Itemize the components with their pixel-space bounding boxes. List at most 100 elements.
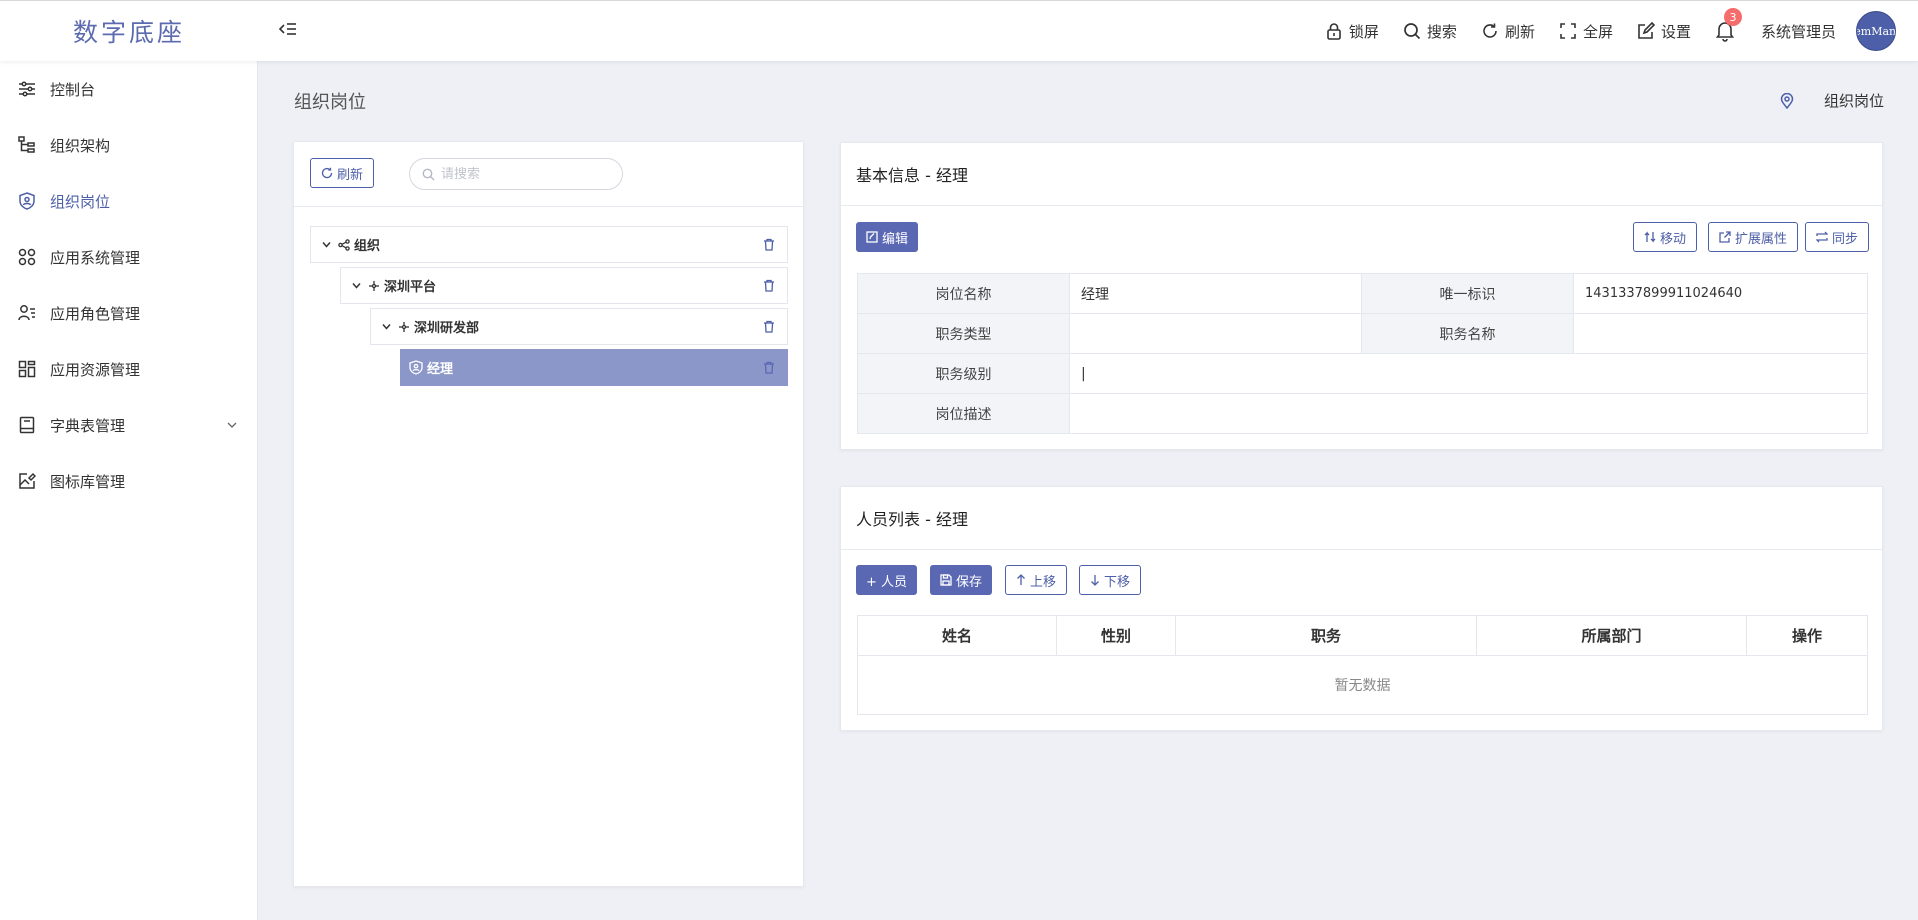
tree-node-shenzhen-platform[interactable]: 深圳平台	[340, 267, 788, 304]
chevron-down-icon	[352, 283, 361, 289]
chevron-down-icon	[322, 242, 331, 248]
avatar[interactable]: SystemManager	[1856, 11, 1896, 51]
location-pin-icon	[1780, 92, 1794, 109]
save-button[interactable]: 保存	[930, 565, 993, 595]
add-member-button[interactable]: + 人员	[856, 565, 918, 595]
org-tree-panel: 刷新 组织 深圳平台 深圳研发部 经理	[293, 141, 804, 887]
move-down-label: 下移	[1104, 574, 1131, 590]
search-label: 搜索	[1426, 22, 1457, 41]
lock-screen-button[interactable]: 锁屏	[1325, 21, 1379, 42]
refresh-icon	[1483, 23, 1497, 38]
move-down-button[interactable]: 下移	[1079, 565, 1142, 595]
sidebar-item-console[interactable]: 控制台	[0, 61, 258, 117]
sidebar-item-label: 组织架构	[50, 136, 111, 155]
shield-user-icon	[409, 360, 423, 375]
image-edit-icon	[19, 472, 36, 489]
basic-info-title: 基本信息 - 经理	[841, 143, 1882, 206]
tree-node-label: 经理	[427, 362, 454, 377]
share-icon	[338, 238, 350, 251]
edit-label: 编辑	[882, 231, 909, 247]
app-logo-title: 数字底座	[72, 18, 185, 47]
move-up-button[interactable]: 上移	[1005, 565, 1068, 595]
arrow-down-icon	[1091, 575, 1099, 586]
top-header: 数字底座 锁屏 搜索 刷新 全屏 设置 3 系统管理员 mMan	[0, 0, 1918, 61]
breadcrumb-current[interactable]: 组织岗位	[1824, 90, 1884, 111]
edit-button[interactable]: 编辑	[856, 222, 919, 252]
user-list-icon	[18, 305, 35, 321]
save-label: 保存	[956, 574, 983, 590]
chevron-down-icon	[227, 422, 237, 428]
collapse-menu-icon[interactable]	[278, 19, 298, 39]
grid-icon	[18, 360, 36, 378]
breadcrumb: 组织岗位	[1780, 90, 1884, 111]
post-name-value: 经理	[1069, 273, 1362, 314]
extend-attr-label: 扩展属性	[1735, 231, 1788, 247]
sidebar-item-label: 应用角色管理	[50, 304, 141, 323]
column-header-name[interactable]: 姓名	[857, 615, 1057, 656]
lock-label: 锁屏	[1348, 22, 1379, 41]
search-icon	[422, 168, 435, 180]
book-icon	[19, 416, 35, 434]
move-label: 移动	[1660, 231, 1687, 247]
notification-bell[interactable]: 3	[1715, 8, 1742, 42]
member-list-title: 人员列表 - 经理	[841, 487, 1882, 550]
fullscreen-label: 全屏	[1582, 22, 1613, 41]
trash-icon	[764, 238, 774, 251]
tree-node-manager[interactable]: 经理	[400, 349, 788, 386]
username[interactable]: 系统管理员	[1761, 21, 1836, 42]
add-member-label: + 人员	[866, 574, 908, 590]
edit-icon	[866, 231, 878, 243]
tree-node-label: 深圳平台	[384, 280, 437, 295]
lock-icon	[1327, 23, 1341, 40]
edit-box-icon	[1638, 22, 1655, 39]
sidebar-item-org-structure[interactable]: 组织架构	[0, 117, 258, 173]
column-header-department[interactable]: 所属部门	[1476, 615, 1747, 656]
refresh-icon	[321, 167, 333, 179]
tree-search-box	[409, 158, 623, 190]
header-toolbar: 锁屏 搜索 刷新 全屏 设置 3 系统管理员 SystemManager	[1325, 1, 1918, 61]
page-title: 组织岗位	[294, 92, 366, 113]
basic-info-panel: 基本信息 - 经理 编辑 移动 扩展属性 同步 岗位名称 经理 唯一标识 143…	[840, 142, 1883, 450]
apps-icon	[18, 248, 36, 266]
sync-button[interactable]: 同步	[1805, 222, 1870, 252]
column-header-gender[interactable]: 性别	[1056, 615, 1176, 656]
external-link-icon	[1719, 231, 1731, 243]
shield-user-icon	[19, 192, 35, 210]
tree-node-org[interactable]: 组织	[310, 226, 788, 263]
avatar-text: SystemManager	[1857, 24, 1896, 38]
fullscreen-button[interactable]: 全屏	[1559, 21, 1613, 42]
refresh-button[interactable]: 刷新	[1481, 21, 1535, 42]
uid-value: 1431337899911024640	[1573, 273, 1868, 314]
uid-label: 唯一标识	[1361, 273, 1574, 314]
move-icon	[1644, 231, 1656, 243]
member-table: 姓名 性别 职务 所属部门 操作 暂无数据	[857, 615, 1868, 715]
sidebar-item-dictionary[interactable]: 字典表管理	[0, 397, 258, 453]
sidebar-item-app-resource[interactable]: 应用资源管理	[0, 341, 258, 397]
sidebar-item-label: 控制台	[50, 80, 96, 99]
tree-divider	[294, 206, 803, 207]
org-tree-icon	[18, 136, 35, 153]
chevron-down-icon	[382, 324, 391, 330]
tree-search-input[interactable]	[441, 166, 611, 182]
save-icon	[940, 574, 952, 586]
move-button[interactable]: 移动	[1633, 222, 1698, 252]
search-button[interactable]: 搜索	[1403, 21, 1457, 42]
sidebar-item-app-role[interactable]: 应用角色管理	[0, 285, 258, 341]
cluster-icon	[399, 321, 409, 332]
tree-node-shenzhen-rd[interactable]: 深圳研发部	[370, 308, 788, 345]
column-header-job[interactable]: 职务	[1175, 615, 1477, 656]
trash-icon	[764, 320, 774, 333]
sidebar-item-app-system[interactable]: 应用系统管理	[0, 229, 258, 285]
sidebar-item-org-post[interactable]: 组织岗位	[0, 173, 258, 229]
settings-button[interactable]: 设置	[1637, 21, 1691, 42]
sync-icon	[1816, 231, 1828, 243]
fullscreen-icon	[1560, 23, 1576, 39]
sidebar-item-icon-library[interactable]: 图标库管理	[0, 453, 258, 509]
search-icon	[1404, 23, 1421, 40]
tree-refresh-button[interactable]: 刷新	[310, 158, 375, 188]
trash-icon	[764, 361, 774, 374]
basic-info-table: 岗位名称 经理 唯一标识 1431337899911024640 职务类型 职务…	[857, 273, 1868, 434]
sidebar-item-label: 组织岗位	[50, 192, 111, 211]
extend-attr-button[interactable]: 扩展属性	[1708, 222, 1799, 252]
tree-node-label: 组织	[354, 239, 381, 254]
